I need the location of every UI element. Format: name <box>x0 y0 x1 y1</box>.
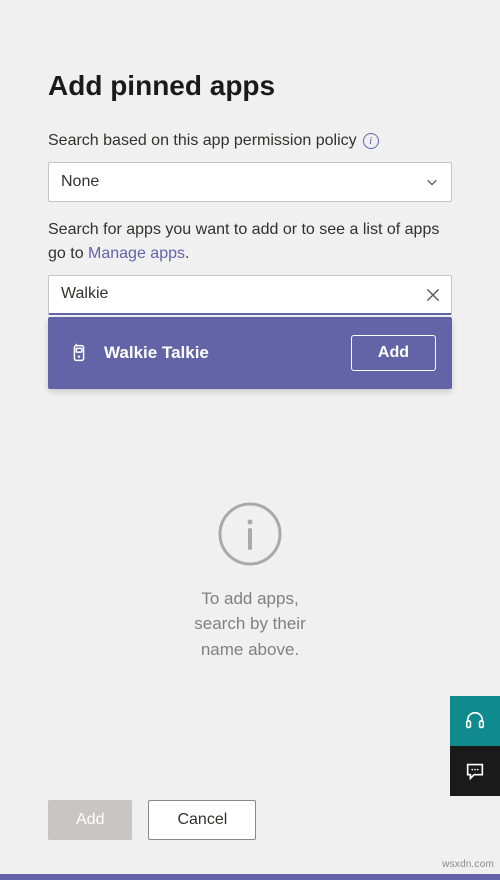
bottom-accent-bar <box>0 874 500 880</box>
support-widget[interactable] <box>450 696 500 746</box>
empty-state-text: To add apps, search by their name above. <box>48 586 452 663</box>
side-widgets <box>450 696 500 796</box>
feedback-widget[interactable] <box>450 746 500 796</box>
clear-icon[interactable] <box>424 286 442 304</box>
search-result-item[interactable]: Walkie Talkie Add <box>56 325 444 381</box>
policy-label-text: Search based on this app permission poli… <box>48 130 357 152</box>
search-field-wrap <box>48 275 452 315</box>
headset-icon <box>464 710 486 732</box>
add-pinned-apps-panel: Add pinned apps Search based on this app… <box>0 0 500 662</box>
search-help-suffix: . <box>185 245 189 262</box>
add-button[interactable]: Add <box>48 800 132 840</box>
search-result-name: Walkie Talkie <box>104 343 337 363</box>
policy-select-value: None <box>61 173 99 191</box>
footer-buttons: Add Cancel <box>48 800 256 840</box>
info-icon[interactable]: i <box>363 133 379 149</box>
add-result-button[interactable]: Add <box>351 335 436 371</box>
search-help-text: Search for apps you want to add or to se… <box>48 218 452 264</box>
chat-icon <box>464 760 486 782</box>
page-title: Add pinned apps <box>48 70 452 102</box>
manage-apps-link[interactable]: Manage apps <box>88 245 185 262</box>
search-results-dropdown: Walkie Talkie Add <box>48 317 452 389</box>
cancel-button[interactable]: Cancel <box>148 800 256 840</box>
chevron-down-icon <box>425 175 439 189</box>
watermark: wsxdn.com <box>442 859 494 870</box>
policy-select[interactable]: None <box>48 162 452 202</box>
empty-state: To add apps, search by their name above. <box>48 499 452 663</box>
policy-label: Search based on this app permission poli… <box>48 130 452 152</box>
info-circle-icon <box>215 499 285 569</box>
walkie-talkie-icon <box>68 342 90 364</box>
search-input[interactable] <box>48 275 452 315</box>
